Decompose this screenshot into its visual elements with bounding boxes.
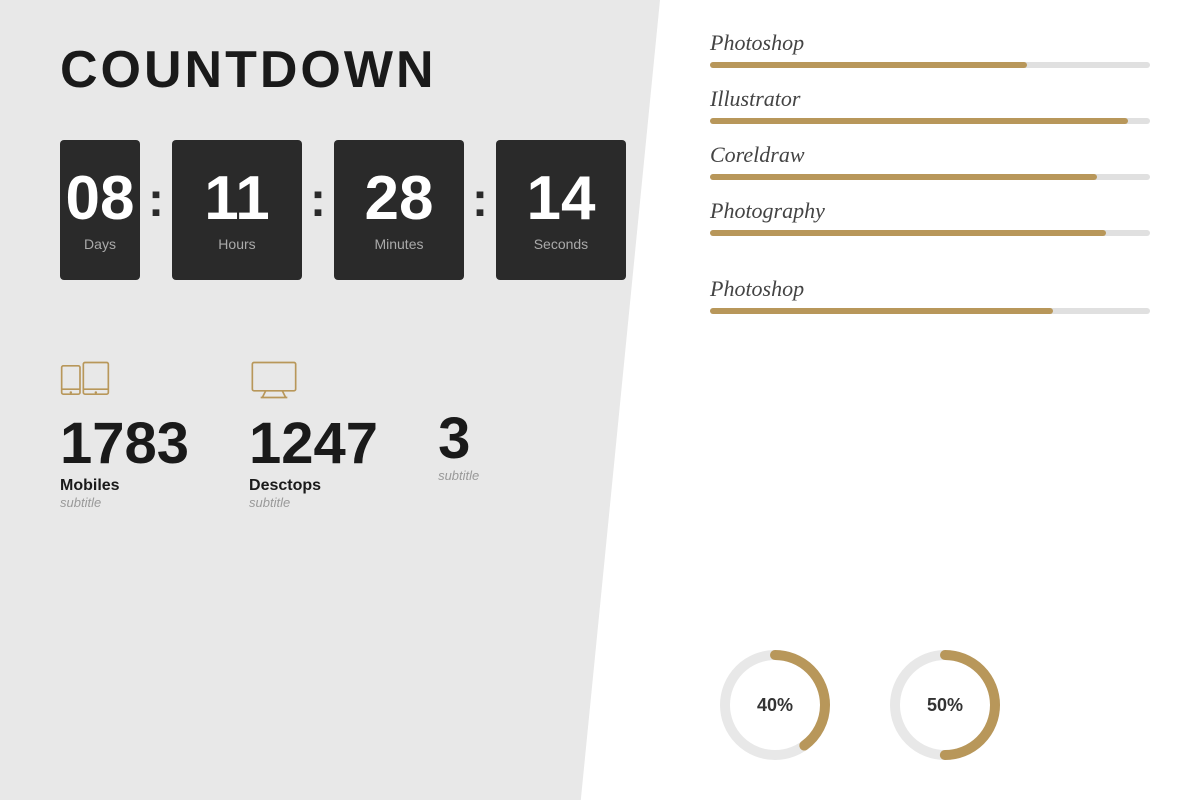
- hours-value: 11: [204, 168, 270, 230]
- seconds-value: 14: [526, 168, 595, 230]
- minutes-block: 28 Minutes: [334, 140, 464, 280]
- skill-bar-fill-coreldraw: [710, 174, 1097, 180]
- colon-2: :: [302, 173, 334, 228]
- skill-bar-bg-photoshop: [710, 62, 1150, 68]
- partial-sublabel: subtitle: [438, 468, 479, 483]
- hours-label: Hours: [218, 236, 255, 252]
- days-label: Days: [84, 236, 116, 252]
- stats-row: 1783 Mobiles subtitle 1247 Desctops subt…: [60, 360, 600, 510]
- mobiles-label: Mobiles: [60, 477, 120, 495]
- hours-block: 11 Hours: [172, 140, 302, 280]
- right-panel: Photoshop Illustrator Coreldraw Photogra…: [660, 0, 1200, 800]
- skill-name-coreldraw: Coreldraw: [710, 142, 1150, 168]
- seconds-block: 14 Seconds: [496, 140, 626, 280]
- colon-1: :: [140, 173, 172, 228]
- skill-bar-fill-photoshop: [710, 62, 1027, 68]
- skill-bar-fill-photoshop2: [710, 308, 1053, 314]
- skill-name-photography: Photography: [710, 198, 1150, 224]
- skill-bar-fill-photography: [710, 230, 1106, 236]
- skill-coreldraw: Coreldraw: [710, 142, 1150, 180]
- donut-label-40: 40%: [757, 695, 793, 716]
- seconds-label: Seconds: [534, 236, 588, 252]
- skill-bar-bg-photography: [710, 230, 1150, 236]
- timer-row: 08 Days : 11 Hours : 28 Minutes : 14 Sec…: [60, 140, 600, 280]
- mobile-icon: [60, 360, 110, 405]
- skill-name-photoshop: Photoshop: [710, 30, 1150, 56]
- skill-bar-bg-coreldraw: [710, 174, 1150, 180]
- minutes-label: Minutes: [374, 236, 423, 252]
- desktops-number: 1247: [249, 415, 378, 473]
- skill-name-illustrator: Illustrator: [710, 86, 1150, 112]
- stat-partial: 3 subtitle: [438, 360, 479, 483]
- skills-section: Photoshop Illustrator Coreldraw Photogra…: [710, 30, 1150, 620]
- skill-photoshop2: Photoshop: [710, 276, 1150, 314]
- stat-desktops: 1247 Desctops subtitle: [249, 360, 378, 510]
- desktop-icon: [249, 360, 299, 405]
- minutes-value: 28: [364, 168, 433, 230]
- countdown-title: COUNTDOWN: [60, 40, 600, 100]
- colon-3: :: [464, 173, 496, 228]
- partial-number: 3: [438, 410, 470, 468]
- donut-label-50: 50%: [927, 695, 963, 716]
- skill-photography: Photography: [710, 198, 1150, 236]
- left-panel: COUNTDOWN 08 Days : 11 Hours : 28 Minute…: [0, 0, 660, 800]
- skill-name-photoshop2: Photoshop: [710, 276, 1150, 302]
- desktops-label: Desctops: [249, 477, 321, 495]
- donut-50: 50%: [880, 640, 1010, 770]
- donut-row: 40% 50%: [710, 620, 1150, 770]
- days-value: 08: [66, 168, 135, 230]
- days-block: 08 Days: [60, 140, 140, 280]
- skill-bar-fill-illustrator: [710, 118, 1128, 124]
- stat-mobiles: 1783 Mobiles subtitle: [60, 360, 189, 510]
- skill-illustrator: Illustrator: [710, 86, 1150, 124]
- mobiles-number: 1783: [60, 415, 189, 473]
- skill-bar-bg-photoshop2: [710, 308, 1150, 314]
- mobiles-sublabel: subtitle: [60, 495, 101, 510]
- skill-photoshop: Photoshop: [710, 30, 1150, 68]
- skill-bar-bg-illustrator: [710, 118, 1150, 124]
- donut-40: 40%: [710, 640, 840, 770]
- desktops-sublabel: subtitle: [249, 495, 290, 510]
